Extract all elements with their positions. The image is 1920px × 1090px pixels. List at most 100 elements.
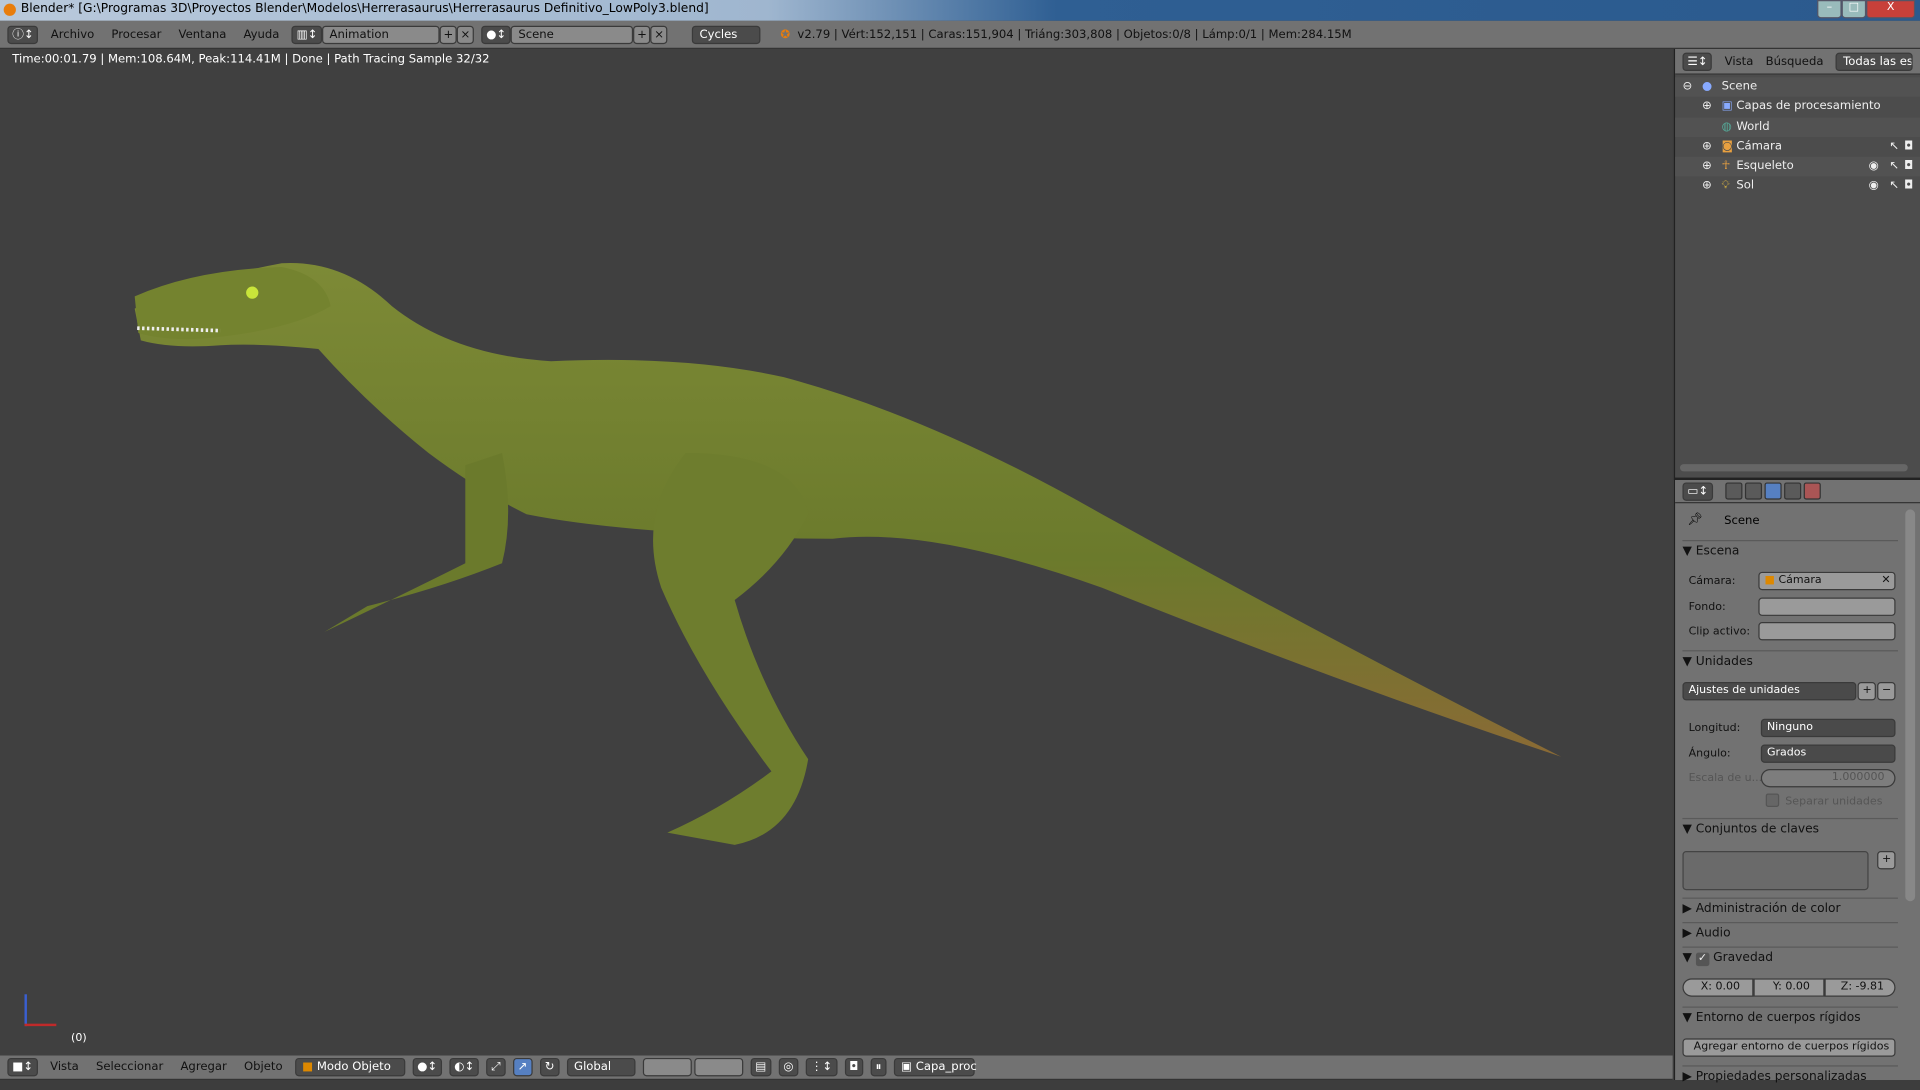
add-preset-button[interactable]: + [1857,682,1876,701]
scale-label: Escala de u... [1688,772,1763,785]
render-icon: ◘ [1904,139,1914,153]
world-tab-icon[interactable] [1784,482,1802,500]
scene-field[interactable]: Scene [511,25,634,44]
window-titlebar: Blender* [G:\Programas 3D\Proyectos Blen… [0,0,1920,21]
render-icon: ◘ [1904,179,1914,193]
screen-layout-field[interactable]: Animation [322,25,440,44]
orientation-dropdown[interactable]: Global [566,1057,636,1077]
menu-archivo[interactable]: Archivo [46,28,99,41]
proportional-edit-icon[interactable]: ◎ [778,1057,799,1077]
outliner-tab-vista[interactable]: Vista [1725,54,1754,67]
add-rigid-body-world-button[interactable]: Agregar entorno de cuerpos rígidos [1682,1038,1896,1057]
scene-icon[interactable]: ●↕ [481,25,512,44]
frame-number: (0) [71,1032,87,1045]
translate-manipulator[interactable]: ↗ [512,1057,533,1077]
render-layer-field[interactable]: ▣ Capa_proc [893,1057,977,1077]
eye-icon: ◉ [1868,179,1879,193]
pause-icon[interactable]: ⏸ [870,1057,887,1077]
menu-objeto[interactable]: Objeto [239,1060,287,1073]
remove-screen-button[interactable]: × [456,25,474,44]
scene-icon: ● [1702,79,1713,94]
outliner-item-render-layers[interactable]: ⊕ ▣ Capas de procesamiento [1675,97,1920,117]
panel-custom-properties[interactable]: ▶ Propiedades personalizadas [1682,1065,1898,1089]
manipulator-toggle[interactable]: ⤢ [486,1057,506,1077]
render-layers-tab-icon[interactable] [1744,482,1762,500]
editor-type-3dview-icon[interactable]: ■↕ [7,1057,38,1077]
pin-icon[interactable]: 📌︎ [1687,513,1703,526]
outliner-editor-icon[interactable]: ☰↕ [1682,52,1713,71]
lock-layers-icon[interactable]: ▤ [750,1057,772,1077]
world-icon: ◍ [1721,119,1732,133]
dinosaur-body [134,262,1562,757]
rotate-manipulator[interactable]: ↻ [539,1057,560,1077]
clip-label: Clip activo: [1688,625,1751,638]
outliner-display-mode[interactable]: Todas las escenas [1835,52,1913,71]
shading-dropdown[interactable]: ●↕ [412,1057,443,1077]
angle-dropdown[interactable]: Grados [1760,744,1896,763]
close-button[interactable]: X [1866,0,1916,19]
separate-units-checkbox[interactable] [1765,793,1780,807]
gravity-y-field[interactable]: Y: 0.00 [1753,978,1825,997]
add-keying-set-button[interactable]: + [1877,851,1896,870]
outliner-tab-busqueda[interactable]: Búsqueda [1766,54,1824,67]
maximize-button[interactable]: □ [1841,0,1867,19]
scene-stats: v2.79 | Vért:152,151 | Caras:151,904 | T… [797,27,1352,42]
menu-seleccionar[interactable]: Seleccionar [91,1060,168,1073]
length-dropdown[interactable]: Ninguno [1760,718,1896,738]
menu-vista[interactable]: Vista [45,1060,83,1073]
add-scene-button[interactable]: + [633,25,651,44]
render-icon[interactable]: ◘ [844,1057,864,1077]
outliner-scrollbar[interactable] [1680,464,1908,472]
add-screen-button[interactable]: + [439,25,457,44]
properties-scrollbar[interactable] [1905,509,1916,902]
mode-dropdown[interactable]: ■ Modo Objeto [294,1057,406,1077]
menu-ayuda[interactable]: Ayuda [239,28,285,41]
context-path: Scene [1724,514,1760,528]
outliner-item-armature[interactable]: ⊕ ☥ Esqueleto ◉ ↖ ◘ [1675,156,1920,177]
outliner-item-camera[interactable]: ⊕ ◙ Cámara ↖ ◘ [1675,137,1920,157]
layers-grid-1[interactable] [642,1057,692,1077]
panel-rigid-body-world[interactable]: ▼ Entorno de cuerpos rígidos [1682,1006,1898,1031]
editor-type-info-icon[interactable]: ⓘ↕ [7,25,39,44]
minimize-button[interactable]: – [1817,0,1842,19]
render-engine-dropdown[interactable]: Cycles [692,25,761,44]
gravity-z-field[interactable]: Z: -9.81 [1824,978,1896,997]
scene-tab-icon[interactable] [1764,482,1782,500]
panel-audio[interactable]: ▶ Audio [1682,922,1898,946]
menu-agregar[interactable]: Agregar [176,1060,232,1073]
blender-version-icon: ✪ [780,27,791,42]
menu-ventana[interactable]: Ventana [174,28,232,41]
snap-icon[interactable]: ⋮↕ [805,1057,838,1077]
panel-escena[interactable]: ▼ Escena [1682,540,1898,564]
outliner-item-lamp[interactable]: ⊕ 💡︎ Sol ◉ ↖ ◘ [1675,177,1920,197]
texture-tab-icon[interactable] [1803,482,1821,500]
outliner-header: ☰↕ Vista Búsqueda Todas las escenas [1675,48,1920,75]
camera-field[interactable]: ■ Cámara ✕ [1758,571,1896,591]
panel-unidades[interactable]: ▼ Unidades [1682,650,1898,674]
remove-preset-button[interactable]: − [1877,682,1896,701]
outliner: ☰↕ Vista Búsqueda Todas las escenas ⊖●Sc… [1673,48,1920,478]
properties-editor-icon[interactable]: ▭↕ [1682,481,1713,501]
3d-viewport[interactable]: Time:00:01.79 | Mem:108.64M, Peak:114.41… [0,48,1673,1056]
outliner-item-world[interactable]: ◍ World [1675,117,1920,138]
panel-gravity[interactable]: ▼ ✓ Gravedad [1682,946,1898,971]
panel-color-management[interactable]: ▶ Administración de color [1682,897,1898,922]
active-clip-field[interactable] [1758,622,1896,641]
keying-sets-list[interactable] [1682,851,1869,891]
screen-layout-icon[interactable]: ▥↕ [291,25,323,44]
layers-grid-2[interactable] [694,1057,744,1077]
background-field[interactable] [1758,597,1896,616]
gravity-x-field[interactable]: X: 0.00 [1682,978,1754,997]
unit-preset-dropdown[interactable]: Ajustes de unidades [1682,682,1857,701]
outliner-item-scene[interactable]: ⊖ ● Scene [1675,77,1920,98]
remove-scene-button[interactable]: × [650,25,668,44]
unit-scale-field[interactable]: 1.000000 [1760,768,1896,788]
pivot-dropdown[interactable]: ◐↕ [449,1057,480,1077]
render-tab-icon[interactable] [1725,482,1743,500]
length-label: Longitud: [1688,722,1741,735]
menu-procesar[interactable]: Procesar [107,28,167,41]
panel-keying-sets[interactable]: ▼ Conjuntos de claves [1682,817,1898,842]
gravity-checkbox[interactable]: ✓ [1695,952,1710,967]
render-layers-icon: ▣ [1721,99,1733,114]
angle-label: Ángulo: [1688,748,1731,761]
